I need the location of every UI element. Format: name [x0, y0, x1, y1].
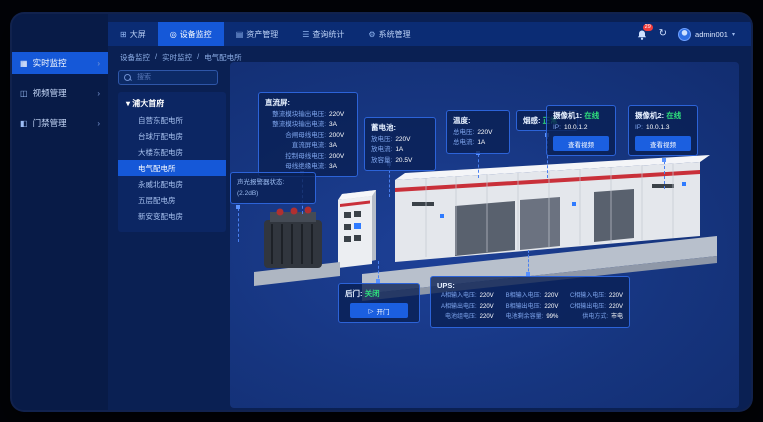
video-icon: ◫	[20, 89, 28, 98]
dc-value: 3A	[329, 120, 351, 130]
top-navbar: ⊞ 大屏 ◎ 设备监控 ▤ 资产管理 ☰ 查询统计 ⚙ 系统管理 29 ↻	[108, 22, 751, 46]
camera1-status: 在线	[584, 111, 599, 120]
notification-bell-icon[interactable]: 29	[636, 28, 648, 40]
view-video-button[interactable]: 查看视频	[635, 136, 691, 151]
sidebar-item-label: 视频管理	[33, 87, 67, 99]
sidebar-item-realtime-monitor[interactable]: ▦ 实时监控 ›	[12, 52, 108, 74]
tab-bigscreen[interactable]: ⊞ 大屏	[108, 22, 158, 46]
camera1-ip: 10.0.1.2	[564, 123, 588, 133]
dc-value: 220V	[329, 110, 351, 120]
stats-icon: ☰	[302, 30, 309, 39]
ups-grid: A相输入电压:220V B相输入电压:220V C相输入电压:220V A相输出…	[437, 292, 623, 323]
tree-root-node[interactable]: ▾ 浦大首府	[118, 98, 226, 112]
breadcrumb-item[interactable]: 实时监控	[162, 52, 192, 63]
breadcrumb: 设备监控 / 实时监控 / 电气配电所	[120, 52, 242, 63]
tree-item[interactable]: 自营东配电所	[118, 112, 226, 128]
door-icon: ◧	[20, 119, 28, 128]
panel-title: 温度:	[453, 115, 503, 126]
tab-label: 查询统计	[312, 29, 344, 40]
tree-item[interactable]: 台球厅配电房	[118, 128, 226, 144]
navbar-right: 29 ↻ admin001 ▾	[636, 22, 751, 46]
sidebar-item-label: 实时监控	[33, 57, 67, 69]
screen-icon: ⊞	[120, 30, 127, 39]
search-icon	[124, 74, 131, 81]
ups-panel: UPS: A相输入电压:220V B相输入电压:220V C相输入电压:220V…	[430, 276, 630, 328]
panel-title: UPS:	[437, 281, 623, 290]
alarm-value: (2.2dB)	[237, 188, 309, 199]
station-tree: ▾ 浦大首府 自营东配电所 台球厅配电房 大楼东配电房 电气配电所 永威北配电房…	[118, 92, 226, 232]
tab-query-stats[interactable]: ☰ 查询统计	[290, 22, 356, 46]
dc-value: 3A	[329, 141, 351, 151]
sidebar-item-label: 门禁管理	[33, 117, 67, 129]
primary-sidebar: ▦ 实时监控 › ◫ 视频管理 › ◧ 门禁管理 ›	[12, 14, 108, 410]
open-door-button[interactable]: ▷ 开门	[350, 303, 408, 318]
camera1-panel: 摄像机1: 在线 IP:10.0.1.2 查看视频	[546, 105, 616, 156]
dc-value: 3A	[329, 162, 351, 172]
dc-value: 200V	[329, 131, 351, 141]
tree-search[interactable]	[118, 70, 218, 85]
leader-line	[478, 154, 479, 178]
alarm-panel: 声光报警器状态: (2.2dB)	[230, 172, 316, 204]
breadcrumb-item[interactable]: 设备监控	[120, 52, 150, 63]
tab-device-monitor[interactable]: ◎ 设备监控	[158, 22, 224, 46]
dc-value: 200V	[329, 152, 351, 162]
sidebar-item-access-manage[interactable]: ◧ 门禁管理 ›	[12, 112, 108, 134]
leader-dot	[662, 158, 666, 162]
open-door-icon: ▷	[369, 307, 374, 315]
alarm-label: 声光报警器状态:	[237, 177, 309, 188]
battery-panel: 蓄电池: 放电压:220V 放电流:1A 放容量:20.5V	[364, 117, 436, 171]
door-panel: 后门: 关闭 ▷ 开门	[338, 283, 420, 323]
tree-item[interactable]: 大楼东配电房	[118, 144, 226, 160]
tree-item[interactable]: 新安变配电房	[118, 208, 226, 224]
fullscreen-icon[interactable]: ↻	[659, 29, 667, 39]
tab-label: 系统管理	[379, 29, 411, 40]
leader-line	[238, 208, 239, 242]
camera2-ip: 10.0.1.3	[646, 123, 670, 133]
user-menu[interactable]: admin001 ▾	[678, 28, 735, 41]
camera2-panel: 摄像机2: 在线 IP:10.0.1.3 查看视频	[628, 105, 698, 156]
breadcrumb-separator: /	[197, 52, 199, 63]
tree-item[interactable]: 永威北配电房	[118, 176, 226, 192]
username: admin001	[695, 30, 728, 39]
notification-badge: 29	[643, 24, 653, 31]
gear-icon: ⚙	[368, 30, 375, 39]
chevron-right-icon: ›	[97, 119, 100, 128]
asset-icon: ▤	[236, 30, 244, 39]
sidebar-item-video-manage[interactable]: ◫ 视频管理 ›	[12, 82, 108, 104]
panel-title: 蓄电池:	[371, 122, 429, 133]
leader-dot	[236, 205, 240, 209]
panel-title: 直流屏:	[265, 97, 351, 108]
monitor-icon: ▦	[20, 59, 28, 68]
tab-label: 设备监控	[180, 29, 212, 40]
door-status: 关闭	[365, 289, 380, 298]
view-video-button[interactable]: 查看视频	[553, 136, 609, 151]
tab-label: 资产管理	[246, 29, 278, 40]
device-icon: ◎	[170, 30, 177, 39]
chevron-right-icon: ›	[97, 89, 100, 98]
chevron-right-icon: ›	[97, 59, 100, 68]
tree-item[interactable]: 五层配电房	[118, 192, 226, 208]
leader-line	[664, 161, 665, 189]
temperature-panel: 温度: 总电压:220V 总电流:1A	[446, 110, 510, 154]
tab-system-manage[interactable]: ⚙ 系统管理	[356, 22, 422, 46]
avatar	[678, 28, 691, 41]
dc-screen-panel: 直流屏: 整流模块输出电压:220V 整流模块输出电流:3A 合闸母线电压:20…	[258, 92, 358, 177]
power-mode-value: 市电	[611, 313, 623, 323]
tab-label: 大屏	[130, 29, 146, 40]
breadcrumb-separator: /	[155, 52, 157, 63]
camera2-status: 在线	[666, 111, 681, 120]
search-input[interactable]	[135, 73, 209, 82]
tree-item-selected[interactable]: 电气配电所	[118, 160, 226, 176]
app-window: ▦ 实时监控 › ◫ 视频管理 › ◧ 门禁管理 › ⊞ 大屏 ◎ 设备监控 ▤…	[12, 14, 751, 410]
chevron-down-icon: ▾	[732, 31, 735, 38]
tab-asset-manage[interactable]: ▤ 资产管理	[224, 22, 291, 46]
